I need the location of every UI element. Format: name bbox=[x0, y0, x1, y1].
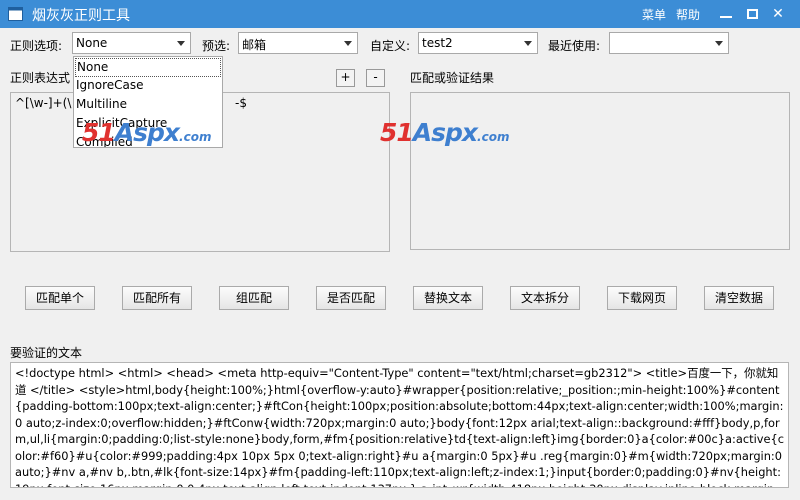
chevron-down-icon bbox=[524, 41, 532, 46]
help-button[interactable]: 帮助 bbox=[676, 6, 700, 23]
minimize-icon bbox=[720, 16, 732, 18]
app-icon bbox=[8, 7, 23, 21]
preset-select[interactable]: 邮箱 bbox=[238, 32, 358, 54]
result-label: 匹配或验证结果 bbox=[410, 71, 495, 85]
verify-text-input[interactable]: <!doctype html> <html> <head> <meta http… bbox=[10, 362, 789, 488]
verify-text-label: 要验证的文本 bbox=[10, 346, 83, 360]
chevron-down-icon bbox=[344, 41, 352, 46]
regex-text-start: ^[\w-]+(\ bbox=[15, 96, 72, 110]
result-output[interactable] bbox=[410, 92, 790, 250]
replace-text-button[interactable]: 替换文本 bbox=[413, 286, 483, 310]
regex-options-select[interactable]: None bbox=[72, 32, 191, 54]
watermark-logo: 51Aspx.com bbox=[82, 118, 212, 147]
preset-label: 预选: bbox=[202, 39, 231, 53]
title-bar: 烟灰灰正则工具 菜单 帮助 ✕ bbox=[0, 0, 800, 28]
chevron-down-icon bbox=[715, 41, 723, 46]
regex-options-label: 正则选项: bbox=[10, 39, 63, 53]
custom-select[interactable]: test2 bbox=[418, 32, 538, 54]
recent-label: 最近使用: bbox=[548, 39, 601, 53]
chevron-down-icon bbox=[177, 41, 185, 46]
clear-data-button[interactable]: 清空数据 bbox=[704, 286, 774, 310]
close-button[interactable]: ✕ bbox=[767, 4, 789, 24]
close-icon: ✕ bbox=[772, 6, 784, 22]
regex-text-end: -$ bbox=[235, 96, 247, 110]
group-match-button[interactable]: 组匹配 bbox=[219, 286, 289, 310]
remove-regex-button[interactable]: - bbox=[366, 69, 385, 87]
dropdown-option-ignorecase[interactable]: IgnoreCase bbox=[75, 77, 221, 96]
download-page-button[interactable]: 下载网页 bbox=[607, 286, 677, 310]
menu-button[interactable]: 菜单 bbox=[642, 6, 666, 23]
split-text-button[interactable]: 文本拆分 bbox=[510, 286, 580, 310]
dropdown-option-multiline[interactable]: Multiline bbox=[75, 96, 221, 115]
is-match-button[interactable]: 是否匹配 bbox=[316, 286, 386, 310]
dropdown-option-none[interactable]: None bbox=[75, 58, 221, 77]
match-single-button[interactable]: 匹配单个 bbox=[25, 286, 95, 310]
watermark-logo: 51Aspx.com bbox=[380, 118, 510, 147]
add-regex-button[interactable]: + bbox=[336, 69, 355, 87]
minimize-button[interactable] bbox=[715, 4, 737, 24]
maximize-button[interactable] bbox=[741, 4, 763, 24]
match-all-button[interactable]: 匹配所有 bbox=[122, 286, 192, 310]
regex-label: 正则表达式 bbox=[10, 71, 71, 85]
regex-options-value: None bbox=[76, 36, 108, 50]
window-title: 烟灰灰正则工具 bbox=[32, 8, 130, 24]
recent-select[interactable] bbox=[609, 32, 729, 54]
custom-label: 自定义: bbox=[370, 39, 411, 53]
preset-value: 邮箱 bbox=[242, 38, 267, 52]
maximize-icon bbox=[746, 9, 758, 19]
custom-value: test2 bbox=[422, 36, 453, 50]
